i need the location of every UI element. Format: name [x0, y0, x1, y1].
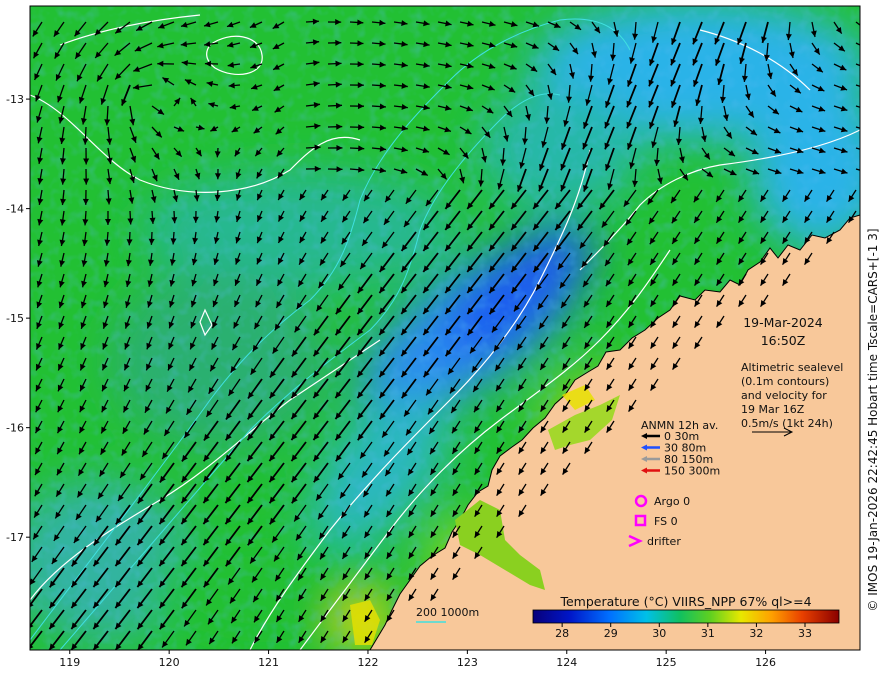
info-time: 16:50Z	[761, 333, 806, 348]
lon-tick-label: 119	[59, 656, 80, 669]
lat-tick-label: -14	[6, 203, 24, 216]
lon-axis: 119 120 121 122 123 124 125 126	[59, 650, 776, 669]
svg-text:0.5m/s (1kt 24h): 0.5m/s (1kt 24h)	[741, 417, 833, 430]
sst-map: 119120121122123124125126 -12-13-14-15-16…	[6, 5, 880, 669]
bathy-label: 200 1000m	[416, 606, 479, 619]
colorbar-tick-label: 29	[604, 627, 618, 640]
colorbar	[532, 609, 840, 624]
svg-text:Altimetric sealevel: Altimetric sealevel	[741, 361, 843, 374]
info-date: 19-Mar-2024	[743, 315, 823, 330]
velocity-arrowhead-icon	[860, 24, 867, 30]
colorbar-tick-label: 31	[701, 627, 715, 640]
velocity-arrowhead-icon	[862, 64, 869, 70]
lat-tick-label: -13	[6, 93, 24, 106]
lat-tick-label: -15	[6, 312, 24, 325]
svg-text:19 Mar 16Z: 19 Mar 16Z	[741, 403, 805, 416]
lon-tick-label: 126	[755, 656, 776, 669]
velocity-arrowhead-icon	[863, 168, 870, 174]
colorbar-tick-label: 33	[798, 627, 812, 640]
lat-axis: -12-13-14-15-16-17	[6, 93, 30, 544]
lon-tick-label: 125	[656, 656, 677, 669]
fs-label: FS 0	[654, 515, 678, 528]
colorbar-tick-label: 28	[555, 627, 569, 640]
lon-tick-label: 120	[159, 656, 180, 669]
lon-tick-label: 122	[357, 656, 378, 669]
lat-tick-label: -16	[6, 422, 24, 435]
lon-tick-label: 123	[457, 656, 478, 669]
velocity-arrowhead-icon	[863, 106, 870, 112]
colorbar-title: Temperature (°C) VIIRS_NPP 67% ql>=4	[559, 594, 811, 609]
lon-tick-label: 121	[258, 656, 279, 669]
colorbar-tick-label: 30	[652, 627, 666, 640]
velocity-arrowhead-icon	[862, 44, 869, 49]
svg-text:(0.1m contours): (0.1m contours)	[741, 375, 829, 388]
argo-label: Argo 0	[654, 495, 690, 508]
lat-tick-label: -17	[6, 531, 24, 544]
velocity-arrowhead-icon	[863, 127, 870, 133]
colorbar-tick-label: 32	[749, 627, 763, 640]
lon-tick-label: 124	[556, 656, 577, 669]
velocity-arrowhead-icon	[863, 148, 870, 154]
velocity-arrowhead-icon	[863, 85, 870, 91]
drifter-label: drifter	[647, 535, 681, 548]
svg-text:and velocity for: and velocity for	[741, 389, 827, 402]
legend-label: 150 300m	[664, 465, 720, 478]
side-credit: © IMOS 19-Jan-2026 22:42:45 Hobart time …	[866, 228, 880, 611]
